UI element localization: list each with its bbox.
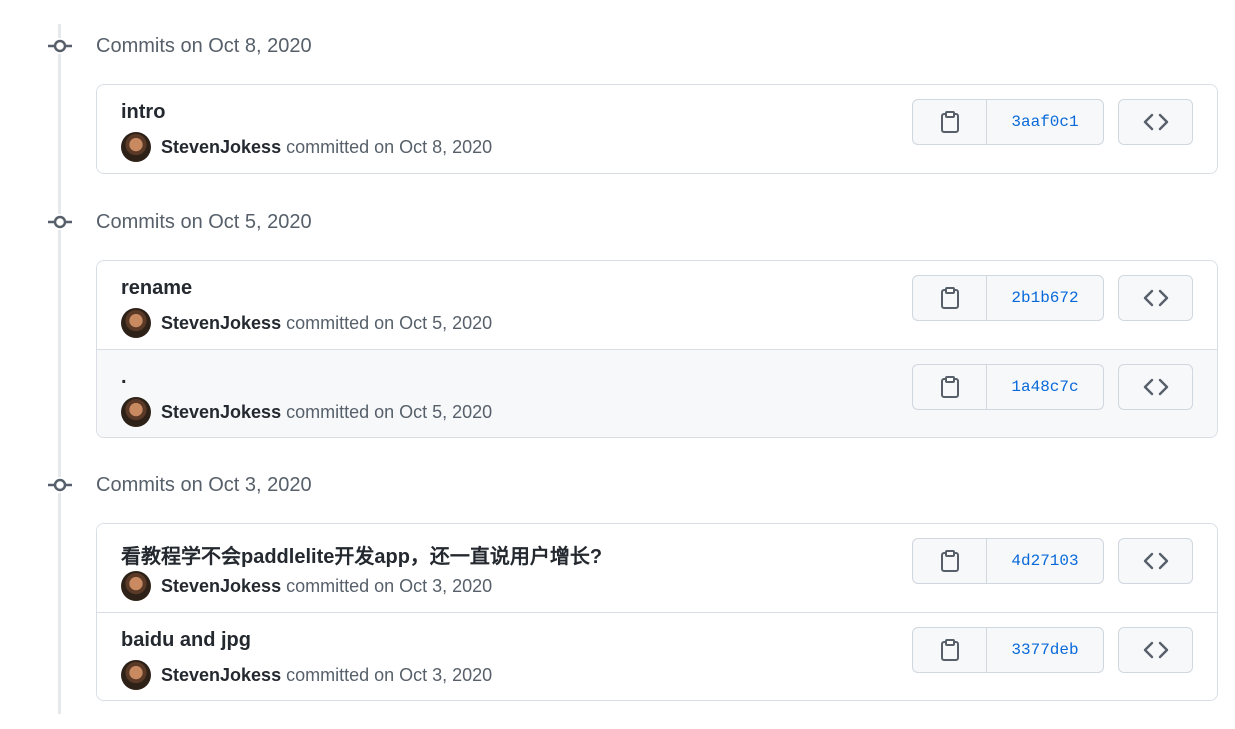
- commit-meta: StevenJokess committed on Oct 3, 2020: [121, 660, 492, 690]
- commit-sha-link[interactable]: 2b1b672: [987, 276, 1103, 320]
- commit-message-link[interactable]: intro: [121, 101, 165, 124]
- browse-repo-button[interactable]: [1118, 99, 1193, 145]
- copy-sha-button[interactable]: [913, 365, 987, 409]
- commit-meta: StevenJokess committed on Oct 3, 2020: [121, 571, 492, 601]
- commit-row: intro StevenJokess committed on Oct 8, 2…: [97, 85, 1217, 173]
- commit-row: . StevenJokess committed on Oct 5, 2020 …: [97, 349, 1217, 437]
- commit-message-link[interactable]: .: [121, 366, 127, 389]
- commit-meta: StevenJokess committed on Oct 5, 2020: [121, 308, 492, 338]
- browse-repo-button[interactable]: [1118, 275, 1193, 321]
- sha-button-group: 2b1b672: [912, 275, 1104, 321]
- commit-message-link[interactable]: rename: [121, 277, 192, 300]
- avatar[interactable]: [121, 660, 151, 690]
- author-link[interactable]: StevenJokess: [161, 137, 281, 158]
- commit-sha-link[interactable]: 3aaf0c1: [987, 100, 1103, 144]
- code-icon: [1143, 289, 1168, 307]
- clipboard-icon: [940, 111, 959, 133]
- commit-group-header: Commits on Oct 5, 2020: [0, 207, 600, 237]
- group-title: Commits on Oct 5, 2020: [96, 211, 312, 233]
- commit-list: 看教程学不会paddlelite开发app，还一直说用户增长? StevenJo…: [96, 523, 1218, 701]
- avatar[interactable]: [121, 308, 151, 338]
- avatar[interactable]: [121, 571, 151, 601]
- committed-date: committed on Oct 5, 2020: [286, 401, 493, 422]
- commit-sha-link[interactable]: 3377deb: [987, 628, 1103, 672]
- sha-button-group: 1a48c7c: [912, 364, 1104, 410]
- git-commit-icon: [46, 214, 74, 230]
- author-link[interactable]: StevenJokess: [161, 665, 281, 686]
- commit-group-header: Commits on Oct 3, 2020: [0, 470, 600, 500]
- avatar[interactable]: [121, 397, 151, 427]
- commit-message-link[interactable]: baidu and jpg: [121, 629, 251, 652]
- commit-sha-link[interactable]: 1a48c7c: [987, 365, 1103, 409]
- group-title: Commits on Oct 8, 2020: [96, 35, 312, 57]
- committed-date: committed on Oct 3, 2020: [286, 575, 493, 596]
- commit-list: intro StevenJokess committed on Oct 8, 2…: [96, 84, 1218, 174]
- group-title: Commits on Oct 3, 2020: [96, 474, 312, 496]
- author-link[interactable]: StevenJokess: [161, 576, 281, 597]
- code-icon: [1143, 552, 1168, 570]
- commit-message-link[interactable]: 看教程学不会paddlelite开发app，还一直说用户增长?: [121, 540, 602, 569]
- clipboard-icon: [940, 376, 959, 398]
- commit-row: 看教程学不会paddlelite开发app，还一直说用户增长? StevenJo…: [97, 524, 1217, 612]
- commit-meta: StevenJokess committed on Oct 8, 2020: [121, 132, 492, 162]
- browse-repo-button[interactable]: [1118, 364, 1193, 410]
- commit-row: rename StevenJokess committed on Oct 5, …: [97, 261, 1217, 349]
- copy-sha-button[interactable]: [913, 628, 987, 672]
- browse-repo-button[interactable]: [1118, 538, 1193, 584]
- copy-sha-button[interactable]: [913, 100, 987, 144]
- copy-sha-button[interactable]: [913, 276, 987, 320]
- avatar[interactable]: [121, 132, 151, 162]
- commit-row: baidu and jpg StevenJokess committed on …: [97, 612, 1217, 700]
- clipboard-icon: [940, 287, 959, 309]
- commit-group-header: Commits on Oct 8, 2020: [0, 31, 600, 61]
- committed-date: committed on Oct 5, 2020: [286, 312, 493, 333]
- clipboard-icon: [940, 639, 959, 661]
- copy-sha-button[interactable]: [913, 539, 987, 583]
- sha-button-group: 3377deb: [912, 627, 1104, 673]
- code-icon: [1143, 378, 1168, 396]
- sha-button-group: 3aaf0c1: [912, 99, 1104, 145]
- browse-repo-button[interactable]: [1118, 627, 1193, 673]
- committed-date: committed on Oct 8, 2020: [286, 136, 493, 157]
- author-link[interactable]: StevenJokess: [161, 402, 281, 423]
- commit-list: rename StevenJokess committed on Oct 5, …: [96, 260, 1218, 438]
- git-commit-icon: [46, 38, 74, 54]
- commit-sha-link[interactable]: 4d27103: [987, 539, 1103, 583]
- clipboard-icon: [940, 550, 959, 572]
- author-link[interactable]: StevenJokess: [161, 313, 281, 334]
- committed-date: committed on Oct 3, 2020: [286, 664, 493, 685]
- code-icon: [1143, 641, 1168, 659]
- commit-meta: StevenJokess committed on Oct 5, 2020: [121, 397, 492, 427]
- code-icon: [1143, 113, 1168, 131]
- timeline-line: [58, 24, 61, 714]
- sha-button-group: 4d27103: [912, 538, 1104, 584]
- git-commit-icon: [46, 477, 74, 493]
